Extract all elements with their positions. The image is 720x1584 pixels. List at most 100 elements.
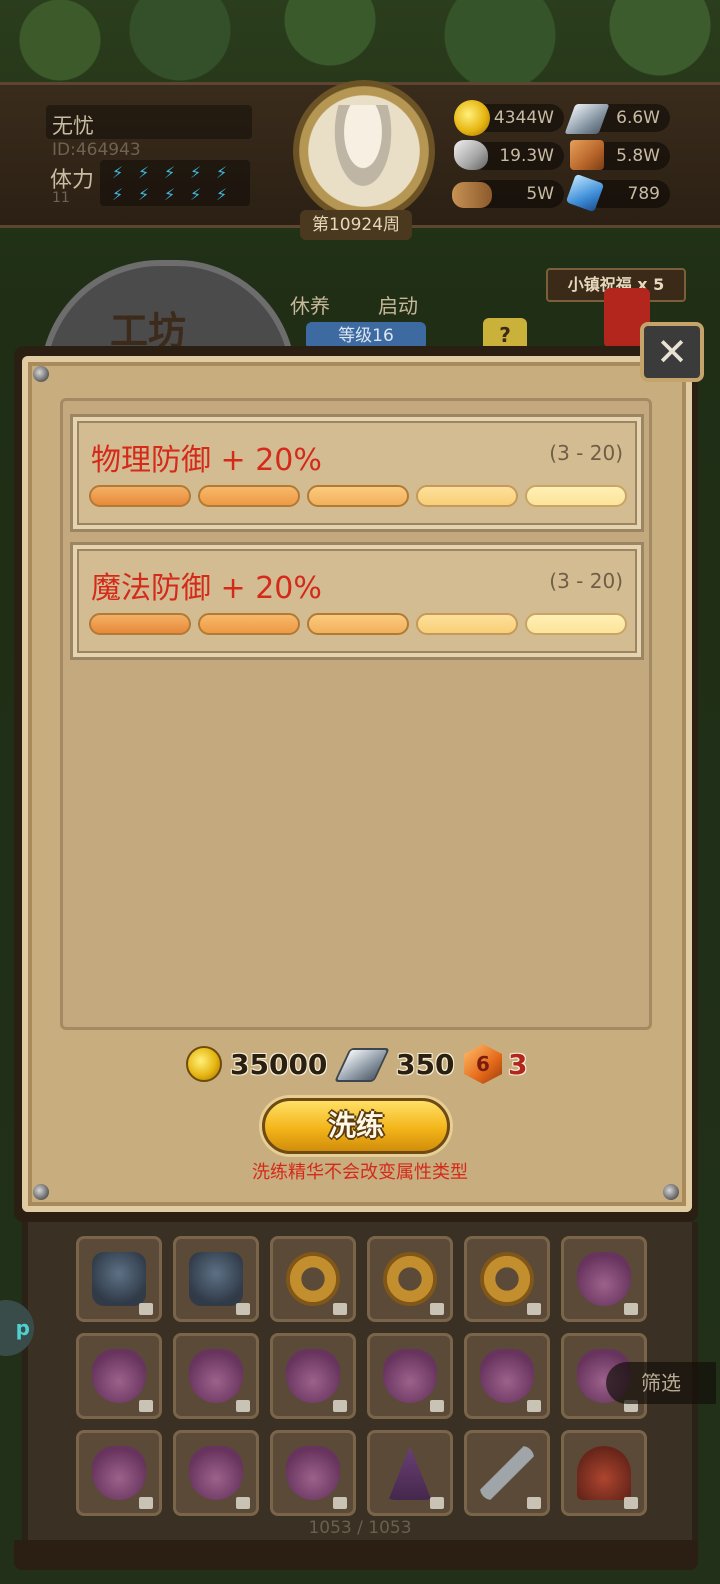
lock-icon xyxy=(430,1400,444,1412)
lock-icon xyxy=(139,1303,153,1315)
attribute-segment xyxy=(525,485,627,507)
leather-icon xyxy=(570,140,604,170)
attribute-card: 魔法防御 + 20% (3 - 20) xyxy=(70,542,644,660)
stamina-bolt-icon: ⚡ xyxy=(190,163,202,182)
attribute-segment xyxy=(198,613,300,635)
attribute-segment xyxy=(416,485,518,507)
attribute-segment xyxy=(416,613,518,635)
armor-icon xyxy=(92,1252,146,1306)
lock-icon xyxy=(527,1497,541,1509)
week-counter: 第10924周 xyxy=(300,210,412,240)
attribute-segment xyxy=(89,613,191,635)
lock-icon xyxy=(236,1303,250,1315)
inventory-slot[interactable] xyxy=(561,1236,647,1322)
ring-icon xyxy=(383,1252,437,1306)
ore-icon xyxy=(454,140,488,170)
inventory-slot[interactable] xyxy=(367,1430,453,1516)
inventory-slot[interactable] xyxy=(173,1236,259,1322)
inventory-slot[interactable] xyxy=(367,1333,453,1419)
cost-steel: 350 xyxy=(396,1048,455,1081)
inventory-count: 1053 / 1053 xyxy=(308,1518,412,1538)
bag-icon xyxy=(286,1446,340,1500)
lock-icon xyxy=(430,1303,444,1315)
inventory-slot[interactable] xyxy=(76,1430,162,1516)
inventory-slot[interactable] xyxy=(270,1333,356,1419)
bag-icon xyxy=(92,1349,146,1403)
stamina-bolt-icon: ⚡ xyxy=(164,185,176,204)
bag-icon xyxy=(189,1446,243,1500)
inventory-slot[interactable] xyxy=(464,1333,550,1419)
inventory-slot[interactable] xyxy=(464,1430,550,1516)
bag-icon xyxy=(286,1349,340,1403)
helm-icon xyxy=(577,1446,631,1500)
inventory-slot[interactable] xyxy=(173,1430,259,1516)
player-name: 无忧 xyxy=(52,114,94,138)
rivet-icon xyxy=(663,1184,679,1200)
attribute-segment xyxy=(307,613,409,635)
inventory-slot[interactable] xyxy=(561,1430,647,1516)
inventory-slot[interactable] xyxy=(76,1333,162,1419)
stamina-value: 11 xyxy=(52,190,70,206)
lock-icon xyxy=(527,1303,541,1315)
rivet-icon xyxy=(33,1184,49,1200)
lock-icon xyxy=(527,1400,541,1412)
ring-icon xyxy=(286,1252,340,1306)
filter-button[interactable]: 筛选 xyxy=(606,1362,716,1404)
attribute-segment xyxy=(198,485,300,507)
inventory-bottom-frame xyxy=(14,1540,698,1570)
bag-icon xyxy=(383,1349,437,1403)
inventory-slot[interactable] xyxy=(464,1236,550,1322)
stamina-bolt-icon: ⚡ xyxy=(112,185,124,204)
stamina-bolt-icon: ⚡ xyxy=(216,163,228,182)
lock-icon xyxy=(333,1400,347,1412)
stamina-bolt-icon: ⚡ xyxy=(138,185,150,204)
bag-icon xyxy=(92,1446,146,1500)
inventory-slot[interactable] xyxy=(270,1430,356,1516)
attribute-segment xyxy=(525,613,627,635)
lock-icon xyxy=(333,1497,347,1509)
stamina-bolt-icon: ⚡ xyxy=(112,163,124,182)
ring-icon xyxy=(480,1252,534,1306)
inventory-slot[interactable] xyxy=(270,1236,356,1322)
inventory-slot[interactable] xyxy=(76,1236,162,1322)
attribute-segment xyxy=(307,485,409,507)
close-icon: ✕ xyxy=(656,330,688,374)
lock-icon xyxy=(624,1497,638,1509)
lock-icon xyxy=(139,1497,153,1509)
sword-icon xyxy=(480,1446,534,1500)
attribute-card: 物理防御 + 20% (3 - 20) xyxy=(70,414,644,532)
inventory-grid xyxy=(22,1222,698,1542)
gold-coin-icon xyxy=(186,1046,222,1082)
hat-icon xyxy=(388,1446,432,1500)
cost-gold: 35000 xyxy=(230,1048,328,1081)
refine-button[interactable]: 洗练 xyxy=(262,1098,450,1154)
wood-log-icon xyxy=(452,182,492,208)
refine-hint: 洗练精华不会改变属性类型 xyxy=(252,1162,468,1183)
attribute-name: 魔法防御 + 20% xyxy=(91,571,322,606)
start-button[interactable]: 启动 xyxy=(378,290,418,319)
player-id: ID:464943 xyxy=(52,140,141,160)
avatar-character xyxy=(330,105,396,195)
stamina-bolt-icon: ⚡ xyxy=(216,185,228,204)
cost-gem: 3 xyxy=(508,1048,528,1081)
attribute-segment xyxy=(89,485,191,507)
bag-icon xyxy=(480,1349,534,1403)
stamina-bolt-icon: ⚡ xyxy=(190,185,202,204)
lock-icon xyxy=(236,1400,250,1412)
stamina-bolt-icon: ⚡ xyxy=(164,163,176,182)
rivet-icon xyxy=(33,366,49,382)
armor-icon xyxy=(189,1252,243,1306)
attribute-range: (3 - 20) xyxy=(549,441,623,465)
stamina-bolt-icon: ⚡ xyxy=(138,163,150,182)
lock-icon xyxy=(139,1400,153,1412)
bag-icon xyxy=(189,1349,243,1403)
attribute-name: 物理防御 + 20% xyxy=(91,443,322,478)
lock-icon xyxy=(236,1497,250,1509)
gold-coin-icon xyxy=(454,100,490,136)
inventory-slot[interactable] xyxy=(367,1236,453,1322)
close-button[interactable]: ✕ xyxy=(640,322,704,382)
lock-icon xyxy=(624,1303,638,1315)
attribute-range: (3 - 20) xyxy=(549,569,623,593)
inventory-slot[interactable] xyxy=(173,1333,259,1419)
rest-button[interactable]: 休养 xyxy=(290,290,330,319)
